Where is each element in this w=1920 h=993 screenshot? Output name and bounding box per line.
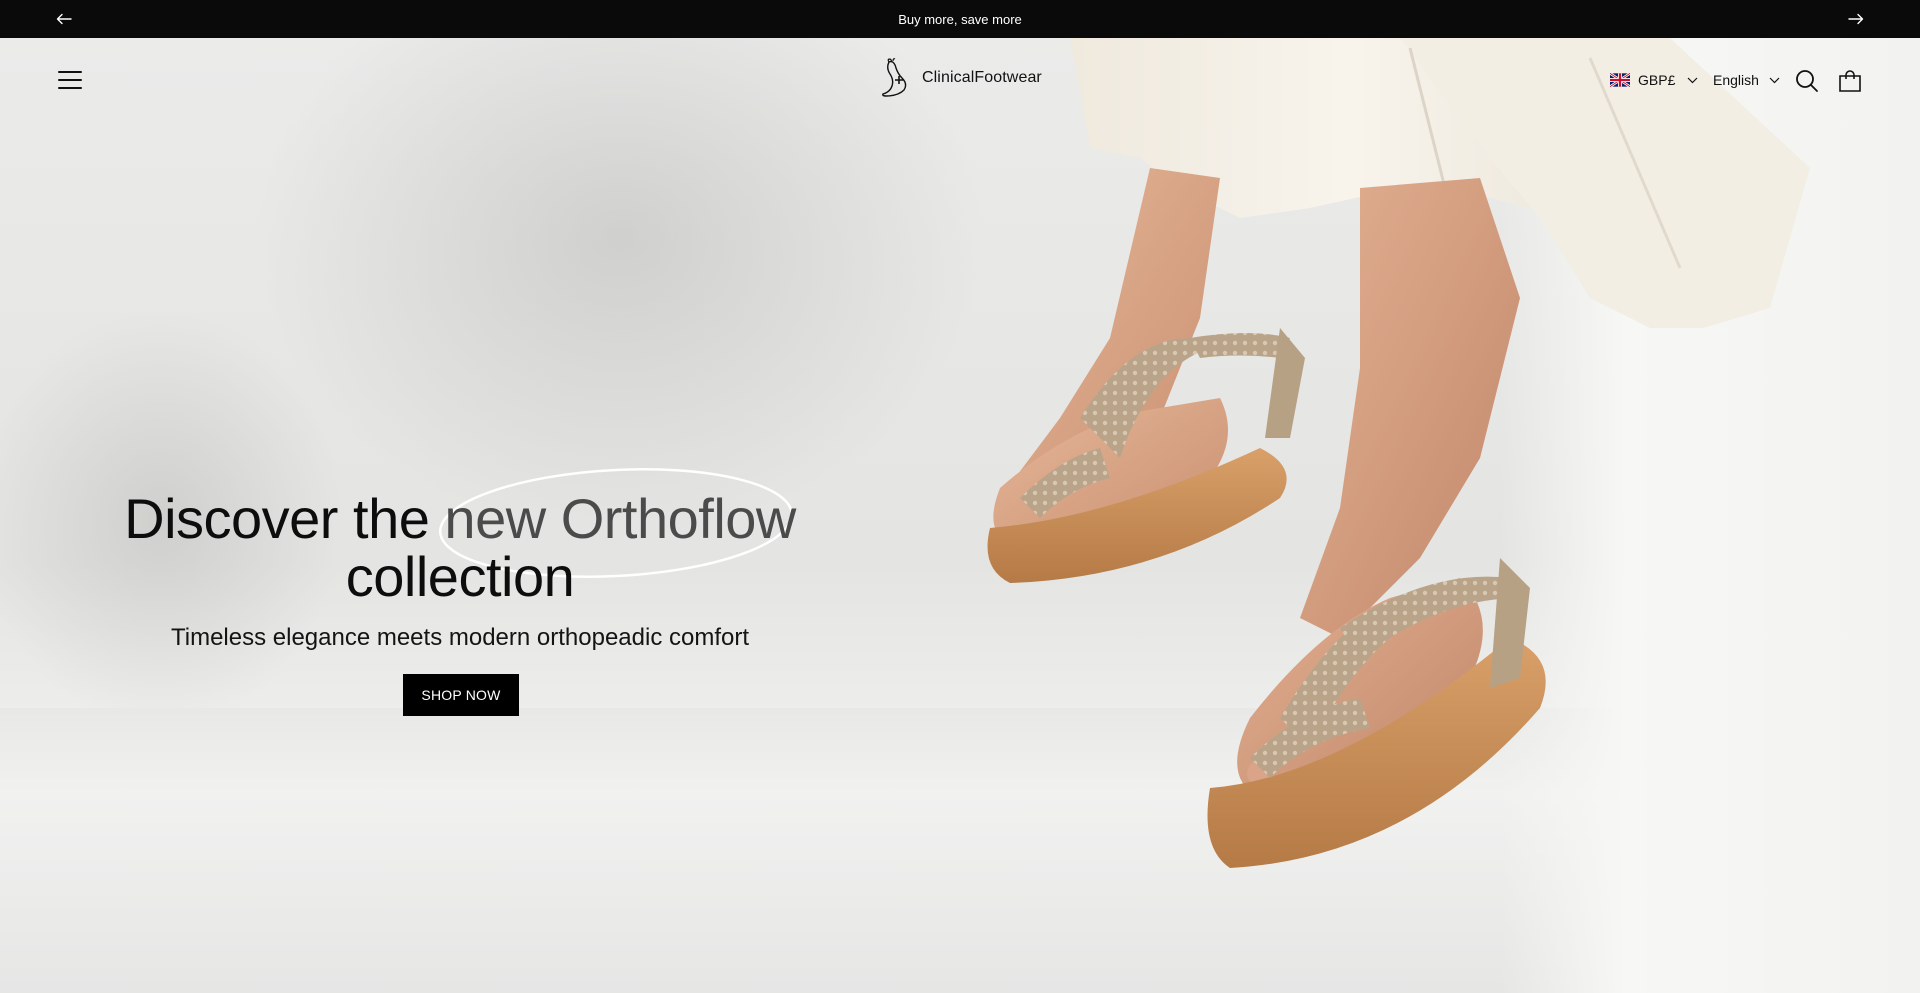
logo-foot-icon: [882, 58, 907, 97]
headline-part-1: Discover the: [124, 487, 445, 550]
announcement-prev-button[interactable]: [45, 0, 83, 38]
chevron-down-icon: [1687, 77, 1698, 83]
hero-headline: Discover the new Orthoflow collection: [110, 490, 810, 606]
uk-flag-icon: [1610, 73, 1630, 87]
currency-label: GBP£: [1638, 72, 1676, 88]
announcement-text[interactable]: Buy more, save more: [898, 12, 1022, 27]
site-logo[interactable]: ClinicalFootwear: [880, 58, 1042, 98]
search-icon[interactable]: [1795, 69, 1819, 93]
language-label: English: [1713, 72, 1759, 88]
arrow-right-icon: [1848, 13, 1864, 25]
site-header: ClinicalFootwear GBP£ English: [0, 38, 1920, 126]
currency-selector[interactable]: GBP£: [1610, 72, 1698, 88]
language-selector[interactable]: English: [1713, 72, 1780, 88]
logo-text: ClinicalFootwear: [922, 69, 1042, 86]
menu-icon[interactable]: [56, 68, 84, 92]
headline-accent: new Orthoflow: [444, 487, 796, 550]
announcement-next-button[interactable]: [1837, 0, 1875, 38]
cart-icon[interactable]: [1838, 69, 1862, 93]
chevron-down-icon: [1769, 77, 1780, 83]
shop-now-button[interactable]: SHOP NOW: [403, 674, 519, 716]
arrow-left-icon: [56, 13, 72, 25]
hero-sandals-image: [987, 168, 1546, 868]
hero-subheadline: Timeless elegance meets modern orthopead…: [170, 624, 750, 651]
headline-part-2: collection: [345, 545, 575, 608]
announcement-bar: Buy more, save more: [0, 0, 1920, 38]
